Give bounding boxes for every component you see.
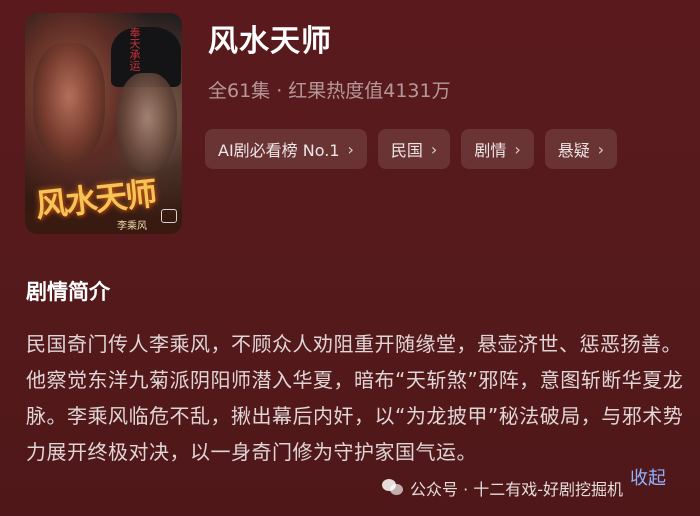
collapse-button[interactable]: 收起 bbox=[630, 464, 666, 490]
episode-count: 全61集 bbox=[208, 80, 271, 102]
poster-author: 李乘风 bbox=[117, 221, 147, 232]
watermark-text: 公众号 · 十二有戏-好剧挖掘机 bbox=[410, 480, 624, 499]
poster-seal-text: 奉天承运 bbox=[128, 27, 141, 71]
drama-meta: 全61集 · 红果热度值4131万 bbox=[208, 76, 451, 103]
heat-value: 红果热度值4131万 bbox=[288, 80, 451, 102]
fullscreen-icon[interactable] bbox=[161, 209, 177, 223]
tag-ranking[interactable]: AI剧必看榜 No.1 › bbox=[205, 129, 367, 169]
synopsis-heading: 剧情简介 bbox=[26, 280, 110, 304]
tag-label: AI剧必看榜 No.1 bbox=[218, 141, 340, 160]
chevron-right-icon: › bbox=[514, 139, 521, 159]
tag-label: 民国 bbox=[390, 141, 423, 160]
wechat-icon bbox=[382, 479, 404, 497]
chevron-right-icon: › bbox=[597, 139, 605, 159]
poster-logo: 风水天师 bbox=[33, 174, 158, 225]
drama-poster[interactable]: 奉天承运 风水天师 李乘风 bbox=[25, 13, 182, 234]
tag-list: AI剧必看榜 No.1 › 民国 › 剧情 › 悬疑 › bbox=[205, 129, 618, 169]
synopsis-text: 民国奇门传人李乘风，不顾众人劝阻重开随缘堂，悬壶济世、惩恶扬善。他察觉东洋九菊派… bbox=[26, 332, 684, 464]
watermark: 公众号 · 十二有戏-好剧挖掘机 bbox=[382, 476, 623, 500]
tag-label: 剧情 bbox=[474, 141, 507, 160]
tag-suspense[interactable]: 悬疑 › bbox=[544, 129, 618, 169]
poster-figure-left bbox=[33, 43, 105, 163]
drama-title: 风水天师 bbox=[208, 24, 332, 59]
tag-minguo[interactable]: 民国 › bbox=[377, 129, 451, 169]
tag-drama[interactable]: 剧情 › bbox=[461, 129, 534, 169]
meta-separator: · bbox=[276, 80, 283, 102]
chevron-right-icon: › bbox=[430, 139, 438, 159]
chevron-right-icon: › bbox=[347, 139, 354, 159]
tag-label: 悬疑 bbox=[557, 141, 590, 160]
